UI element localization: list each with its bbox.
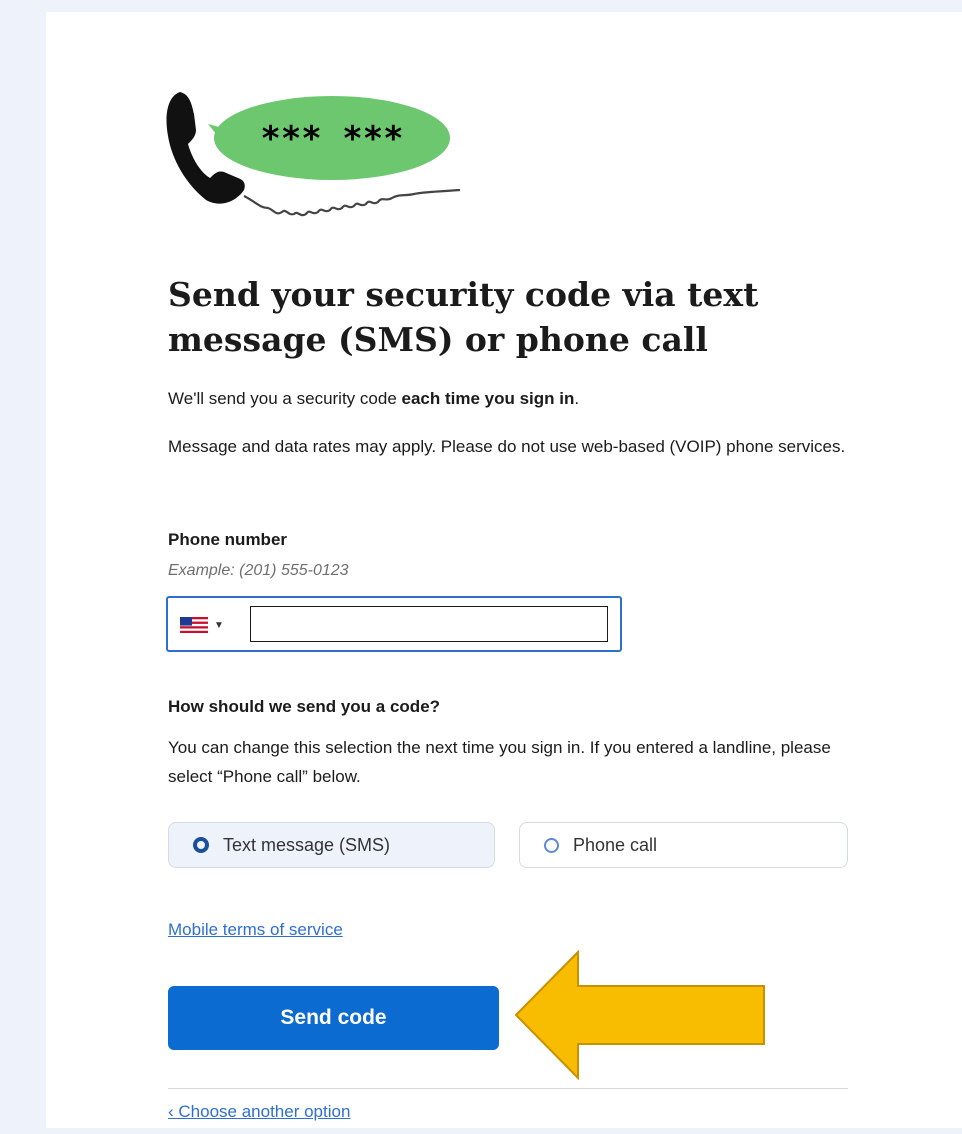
code-mask-text: *** *** bbox=[260, 119, 403, 159]
delivery-method-group: Text message (SMS) Phone call bbox=[168, 822, 848, 870]
us-flag-icon bbox=[180, 617, 208, 633]
page: *** *** Send your security code via text… bbox=[0, 0, 962, 1134]
page-background-left bbox=[0, 0, 46, 1134]
phone-number-input[interactable] bbox=[250, 606, 608, 642]
intro-prefix: We'll send you a security code bbox=[168, 389, 402, 408]
intro-emphasis: each time you sign in bbox=[401, 389, 575, 408]
phone-number-label: Phone number bbox=[168, 530, 288, 549]
radio-option-phone-call[interactable]: Phone call bbox=[519, 822, 848, 868]
divider bbox=[168, 1088, 848, 1089]
choose-another-option-link[interactable]: ‹ Choose another option bbox=[168, 1102, 350, 1122]
speech-bubble-icon: *** *** bbox=[208, 96, 450, 180]
phone-code-illustration: *** *** bbox=[166, 92, 461, 217]
page-background-top bbox=[0, 0, 962, 12]
phone-number-hint: Example: (201) 555-0123 bbox=[168, 562, 349, 579]
radio-selected-icon[interactable] bbox=[193, 837, 209, 853]
radio-label-phone-call: Phone call bbox=[573, 834, 658, 855]
rates-notice: Message and data rates may apply. Please… bbox=[168, 437, 846, 456]
intro-suffix: . bbox=[574, 389, 580, 408]
arrow-left-icon bbox=[514, 950, 765, 1080]
phone-input-group: ▼ bbox=[166, 596, 622, 652]
page-background-bottom bbox=[0, 1128, 962, 1134]
radio-unselected-icon[interactable] bbox=[544, 837, 559, 853]
mobile-terms-link[interactable]: Mobile terms of service bbox=[168, 920, 343, 940]
send-code-button[interactable]: Send code bbox=[168, 986, 499, 1050]
method-heading: How should we send you a code? bbox=[168, 697, 441, 716]
method-description: You can change this selection the next t… bbox=[168, 738, 831, 786]
country-code-select[interactable]: ▼ bbox=[180, 614, 240, 636]
page-title: Send your security code via text message… bbox=[168, 275, 759, 359]
radio-label-sms: Text message (SMS) bbox=[223, 834, 391, 855]
radio-option-sms[interactable]: Text message (SMS) bbox=[168, 822, 495, 868]
chevron-down-icon: ▼ bbox=[214, 619, 224, 631]
phone-cord-icon bbox=[243, 188, 461, 217]
intro-text: We'll send you a security code each time… bbox=[168, 384, 848, 413]
